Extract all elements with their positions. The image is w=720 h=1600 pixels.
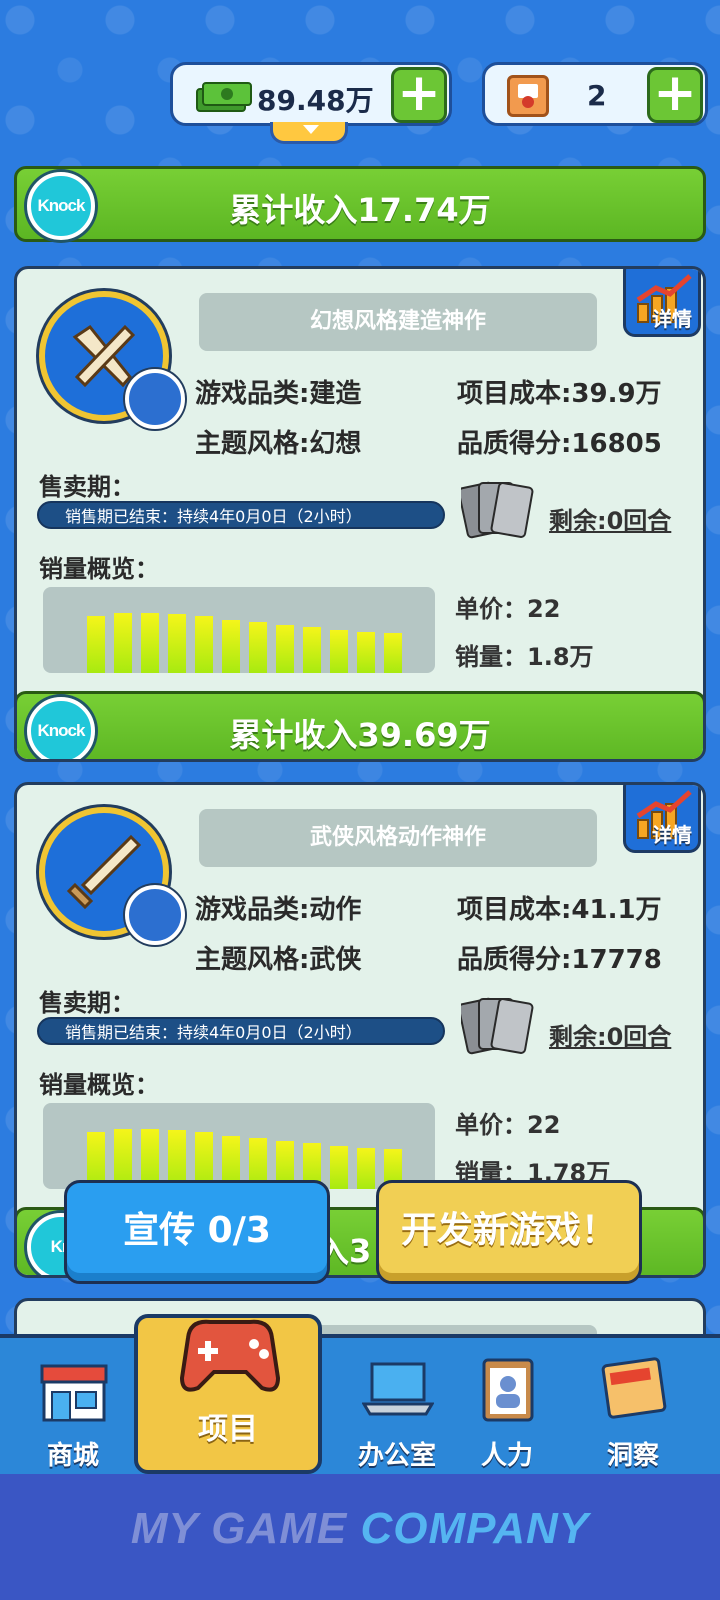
theme-dragon-icon — [125, 369, 185, 429]
revenue-label: 累计收入39.69万 — [229, 716, 491, 754]
sales-bar — [330, 1146, 348, 1189]
project-name: 武侠风格动作神作 — [199, 809, 597, 867]
laptop-icon — [362, 1362, 434, 1416]
sales-volume: 销量：1.8万 — [455, 643, 594, 671]
sales-overview-label: 销量概览： — [39, 555, 159, 583]
shop-icon — [40, 1364, 108, 1422]
sale-status: 销售期已结束：持续4年0月0日（2小时） — [37, 501, 445, 529]
nav-label: 项目 — [198, 1412, 258, 1447]
remaining-rounds[interactable]: 剩余:0回合 — [549, 1017, 671, 1052]
mail-count: 2 — [587, 79, 607, 112]
revenue-strip: Knock 累计收入39.69万 — [17, 691, 703, 759]
remaining-rounds[interactable]: 剩余:0回合 — [549, 501, 671, 536]
sales-bar — [195, 616, 213, 673]
promote-button[interactable]: 宣传 0/3 — [64, 1180, 330, 1284]
news-icon — [601, 1357, 667, 1419]
sales-overview-label: 销量概览： — [39, 1071, 159, 1099]
details-label: 详情 — [652, 307, 692, 331]
sale-period-label: 售卖期： — [39, 473, 135, 501]
clipboard-icon — [482, 1358, 534, 1422]
sales-bar — [114, 613, 132, 673]
money-value: 89.48万 — [257, 84, 374, 117]
sales-bar — [249, 622, 267, 673]
sales-bar — [330, 630, 348, 673]
top-resource-bar: 89.48万 + 2 + — [0, 62, 720, 128]
footer-banner: MY GAME COMPANY — [0, 1474, 720, 1600]
unit-price: 单价：22 — [455, 1111, 561, 1139]
add-mail-button[interactable]: + — [647, 67, 703, 123]
gamepad-icon — [179, 1319, 281, 1392]
sales-bar — [357, 1148, 375, 1189]
sales-bar-chart — [43, 1103, 435, 1189]
sales-bar — [384, 633, 402, 673]
project-name: 幻想风格建造神作 — [199, 293, 597, 351]
sale-status: 销售期已结束：持续4年0月0日（2小时） — [37, 1017, 445, 1045]
sales-bar — [222, 620, 240, 673]
details-button[interactable]: 详情 — [623, 785, 701, 853]
genre-text: 游戏品类:建造 — [195, 379, 362, 409]
app-logo: MY GAME COMPANY — [130, 1504, 590, 1553]
revenue-label: 累计收入17.74万 — [229, 191, 491, 229]
revenue-strip-top: Knock 累计收入17.74万 — [14, 166, 706, 242]
theme-text: 主题风格:武侠 — [195, 945, 362, 975]
sales-bar — [357, 632, 375, 673]
sales-bar — [87, 616, 105, 673]
cost-text: 项目成本:41.1万 — [457, 895, 662, 925]
sales-bar — [276, 625, 294, 673]
add-money-button[interactable]: + — [391, 67, 447, 123]
sale-period-label: 售卖期： — [39, 989, 135, 1017]
nav-insight[interactable]: 洞察 — [568, 1338, 698, 1478]
develop-new-game-button[interactable]: 开发新游戏！ — [376, 1180, 642, 1284]
nav-label: 洞察 — [606, 1441, 659, 1471]
details-label: 详情 — [652, 823, 692, 847]
mail-counter: 2 + — [482, 62, 708, 126]
cards-icon — [461, 997, 534, 1055]
quality-text: 品质得分:17778 — [457, 945, 662, 975]
sales-bar — [141, 613, 159, 673]
sales-bar — [168, 614, 186, 673]
theme-gourd-icon — [125, 885, 185, 945]
sales-bar — [303, 627, 321, 673]
nav-hr[interactable]: 人力 — [442, 1338, 572, 1478]
nav-label: 商城 — [46, 1441, 99, 1471]
unit-price: 单价：22 — [455, 595, 561, 623]
genre-text: 游戏品类:动作 — [195, 895, 362, 925]
money-counter: 89.48万 + — [170, 62, 452, 126]
bottom-navigation: 商城 项目 办公室 人力 洞察 — [0, 1314, 720, 1474]
cards-icon — [461, 481, 534, 539]
sales-bar-chart — [43, 587, 435, 673]
quality-text: 品质得分:16805 — [457, 429, 662, 459]
nav-projects[interactable]: 项目 — [134, 1314, 322, 1474]
cash-stack-icon — [196, 82, 252, 112]
nav-shop[interactable]: 商城 — [8, 1338, 138, 1478]
mail-icon — [507, 75, 549, 117]
details-button[interactable]: 详情 — [623, 269, 701, 337]
cost-text: 项目成本:39.9万 — [457, 379, 662, 409]
expand-toggle[interactable] — [270, 122, 348, 144]
theme-text: 主题风格:幻想 — [195, 429, 362, 459]
project-card: 幻想风格建造神作 详情 游戏品类:建造 主题风格:幻想 项目成本:39.9万 品… — [14, 266, 706, 762]
nav-label: 人力 — [480, 1441, 533, 1471]
